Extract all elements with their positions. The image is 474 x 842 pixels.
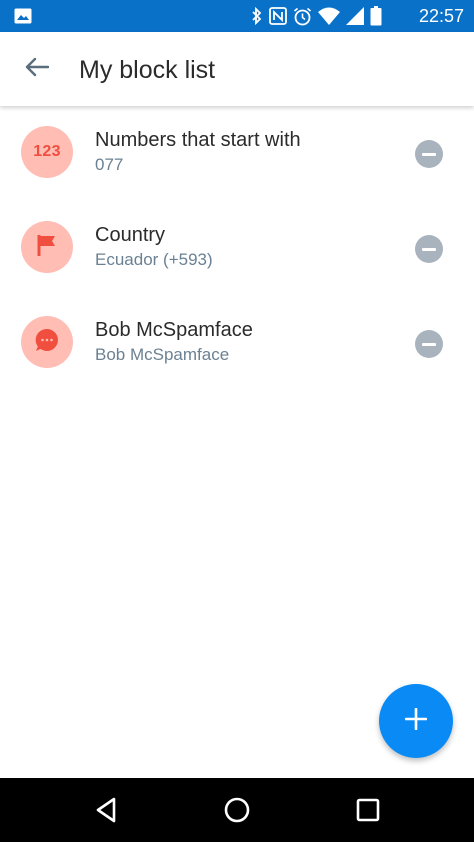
bluetooth-icon xyxy=(251,7,263,25)
list-item[interactable]: Bob McSpamface Bob McSpamface xyxy=(0,296,474,391)
image-icon xyxy=(14,8,32,29)
list-item[interactable]: 123 Numbers that start with 077 xyxy=(0,106,474,201)
avatar xyxy=(21,316,73,368)
list-item-title: Country xyxy=(95,224,166,246)
app-bar: My block list xyxy=(0,32,474,106)
status-time: 22:57 xyxy=(418,6,464,26)
back-button[interactable] xyxy=(18,50,56,88)
screen: 22:57 My block list 123 Numbers that sta… xyxy=(0,0,474,842)
remove-button[interactable] xyxy=(415,330,443,358)
avatar xyxy=(21,221,73,273)
navigation-bar xyxy=(0,778,474,842)
flag-icon xyxy=(36,233,58,262)
battery-icon xyxy=(370,6,382,26)
message-icon xyxy=(34,327,60,358)
nav-recents-button[interactable] xyxy=(353,795,383,825)
status-icons xyxy=(251,6,382,26)
numbers-icon: 123 xyxy=(21,126,73,178)
wifi-icon xyxy=(318,7,340,25)
nav-home-button[interactable] xyxy=(222,795,252,825)
list-item-subtitle: Ecuador (+593) xyxy=(95,250,213,269)
alarm-icon xyxy=(293,7,312,26)
block-list: 123 Numbers that start with 077 Country … xyxy=(0,106,474,391)
signal-icon xyxy=(346,7,364,25)
status-bar: 22:57 xyxy=(0,0,474,32)
nav-back-icon xyxy=(92,797,122,829)
add-block-button[interactable] xyxy=(379,684,453,758)
list-item-title: Bob McSpamface xyxy=(95,319,253,341)
list-item-subtitle: 077 xyxy=(95,155,124,174)
list-item-subtitle: Bob McSpamface xyxy=(95,345,230,364)
remove-button[interactable] xyxy=(415,140,443,168)
remove-button[interactable] xyxy=(415,235,443,263)
avatar-text: 123 xyxy=(33,143,61,160)
nfc-icon xyxy=(269,7,287,25)
nav-back-button[interactable] xyxy=(92,795,122,825)
arrow-back-icon xyxy=(25,57,50,82)
plus-icon xyxy=(404,707,428,735)
nav-recents-icon xyxy=(353,798,383,829)
list-item-title: Numbers that start with xyxy=(95,129,301,151)
page-title: My block list xyxy=(79,56,216,84)
nav-home-icon xyxy=(222,797,252,829)
list-item[interactable]: Country Ecuador (+593) xyxy=(0,201,474,296)
